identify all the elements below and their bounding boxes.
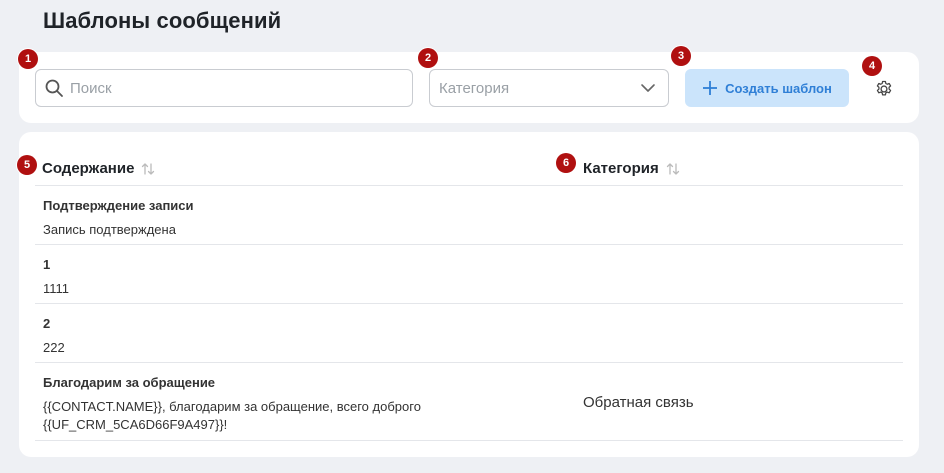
annotation-badge: 1 (18, 49, 38, 69)
chevron-down-icon (640, 80, 656, 96)
row-title: Благодарим за обращение (43, 375, 216, 390)
plus-icon (702, 80, 718, 96)
annotation-badge: 6 (556, 153, 576, 173)
table-row[interactable]: 2 222 (35, 304, 903, 363)
row-text: {{CONTACT.NAME}}, благодарим за обращени… (43, 399, 421, 432)
row-text: Запись подтверждена (43, 222, 176, 237)
annotation-badge: 3 (671, 46, 691, 66)
sort-icon[interactable] (141, 162, 155, 176)
column-header-category-label: Категория (583, 160, 659, 177)
table-row[interactable]: 1 1111 (35, 245, 903, 304)
row-text: 1111 (43, 281, 70, 296)
row-title: 1 (43, 257, 51, 272)
row-title: 2 (43, 316, 51, 331)
column-header-content-label: Содержание (42, 160, 135, 177)
toolbar: Поиск Категория Создать шаблон (19, 52, 919, 123)
row-category: Обратная связь (583, 394, 694, 411)
sort-icon[interactable] (666, 162, 680, 176)
column-header-content[interactable]: Содержание (42, 160, 155, 177)
create-template-label: Создать шаблон (725, 80, 832, 96)
search-input[interactable]: Поиск (35, 69, 413, 107)
annotation-badge: 2 (418, 48, 438, 68)
search-icon (44, 78, 64, 98)
table-row[interactable]: Благодарим за обращение {{CONTACT.NAME}}… (35, 363, 903, 441)
annotation-badge: 5 (17, 155, 37, 175)
row-title: Подтверждение записи (43, 198, 194, 213)
page-title: Шаблоны сообщений (43, 8, 282, 33)
category-placeholder: Категория (439, 79, 510, 97)
row-text: 222 (43, 340, 65, 355)
create-template-button[interactable]: Создать шаблон (685, 69, 849, 107)
search-placeholder: Поиск (70, 79, 112, 97)
annotation-badge: 4 (862, 56, 882, 76)
table-row[interactable]: Подтверждение записи Запись подтверждена (35, 186, 903, 245)
category-select[interactable]: Категория (429, 69, 669, 107)
table-header: Содержание Категория (35, 154, 903, 186)
column-header-category[interactable]: Категория (583, 160, 680, 177)
templates-table: Содержание Категория Подтверждение запис… (19, 132, 919, 457)
gear-icon[interactable] (874, 79, 894, 99)
